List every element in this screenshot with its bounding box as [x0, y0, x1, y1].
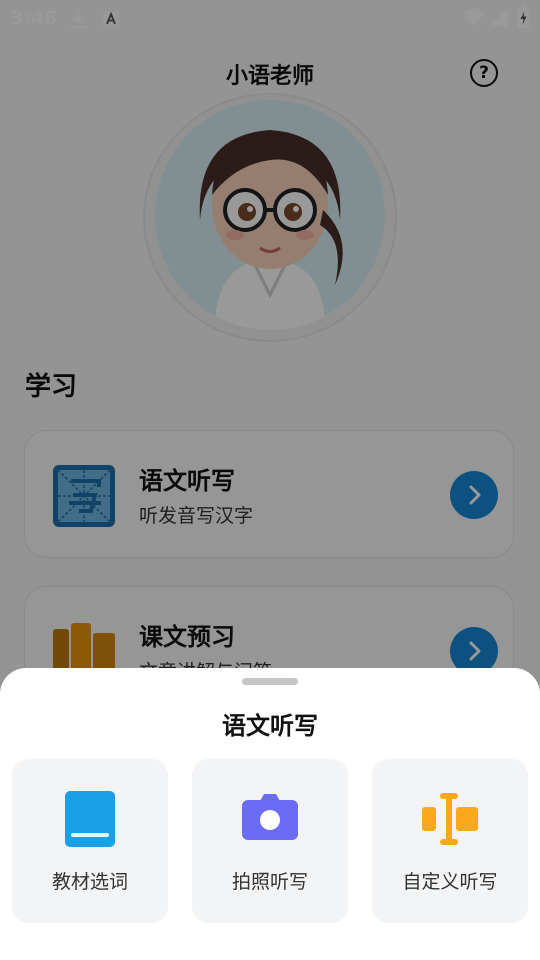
option-label: 自定义听写 — [402, 871, 498, 893]
option-custom-dictation[interactable]: 自定义听写 — [372, 759, 528, 923]
text-cursor-icon — [422, 793, 478, 845]
sheet-title: 语文听写 — [222, 712, 318, 740]
drag-handle[interactable] — [242, 678, 298, 685]
book-icon — [65, 791, 115, 847]
option-label: 教材选词 — [51, 871, 128, 893]
option-photo-dictation[interactable]: 拍照听写 — [192, 759, 348, 923]
bottom-sheet: 语文听写 教材选词 拍照听写 自定义听写 — [0, 668, 540, 960]
option-textbook-words[interactable]: 教材选词 — [12, 759, 168, 923]
option-label: 拍照听写 — [231, 871, 308, 893]
camera-icon — [242, 794, 298, 840]
